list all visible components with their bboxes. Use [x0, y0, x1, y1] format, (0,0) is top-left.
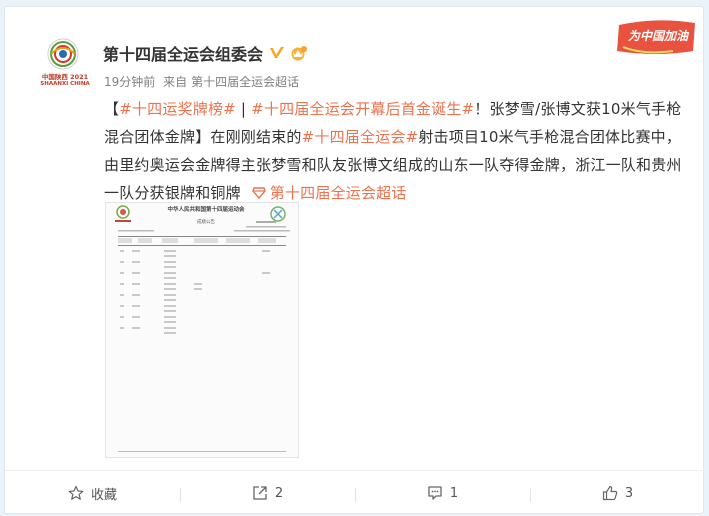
share-count: 2	[274, 485, 284, 501]
author-name[interactable]: 第十四届全运会组委会	[103, 41, 263, 65]
supertopic-label: 第十四届全运会超话	[269, 184, 407, 202]
like-count: 3	[624, 485, 634, 501]
cheer-badge[interactable]: 为中国加油	[613, 17, 699, 59]
separator: |	[235, 100, 252, 118]
post-meta: 19分钟前 来自 第十四届全运会超话	[104, 73, 303, 90]
comment-button[interactable]: 1	[355, 485, 530, 502]
post-source[interactable]: 第十四届全运会超话	[191, 75, 299, 89]
logo-text: 中国陕西 2021	[41, 73, 89, 81]
star-icon	[68, 485, 84, 500]
post-content: 【#十四运奖牌榜# | #十四届全运会开幕后首金诞生#！张梦雪/张博文获10米气…	[104, 95, 694, 207]
post-time[interactable]: 19分钟前	[104, 75, 155, 89]
hashtag-link[interactable]: #十四运奖牌榜#	[119, 100, 236, 118]
like-button[interactable]: 3	[530, 485, 705, 502]
supertopic-link[interactable]: 第十四届全运会超话	[246, 184, 407, 202]
author-line: 第十四届全运会组委会	[103, 41, 308, 65]
hashtag-link[interactable]: #十四届全运会开幕后首金诞生#	[251, 100, 474, 118]
like-icon	[602, 485, 618, 501]
comment-icon	[428, 486, 442, 500]
bracket-open: 【	[104, 100, 120, 118]
verified-icon	[269, 45, 285, 61]
source-prefix: 来自	[163, 75, 188, 89]
favorite-button[interactable]: 收藏	[5, 484, 180, 503]
post-image[interactable]: 中华人民共和国第十四届运动会 成绩公告	[105, 202, 299, 458]
supertopic-icon	[251, 187, 266, 200]
hashtag-link[interactable]: #十四届全运会#	[302, 128, 419, 146]
logo-subtext: SHAANXI CHINA	[40, 81, 90, 87]
action-bar: 收藏 2 1 3	[5, 470, 705, 515]
cheer-text: 为中国加油	[627, 29, 688, 43]
share-icon	[253, 486, 267, 500]
crown-icon	[289, 45, 308, 61]
weibo-post-card: 中国陕西 2021 SHAANXI CHINA 第十四届全运会组委会 19分钟前…	[4, 6, 705, 515]
favorite-label: 收藏	[90, 487, 117, 503]
share-button[interactable]: 2	[180, 485, 355, 502]
image-subtitle: 成绩公告	[197, 220, 215, 225]
comment-count: 1	[449, 485, 459, 501]
image-title: 中华人民共和国第十四届运动会	[167, 207, 245, 213]
author-avatar[interactable]: 中国陕西 2021 SHAANXI CHINA	[40, 37, 95, 93]
